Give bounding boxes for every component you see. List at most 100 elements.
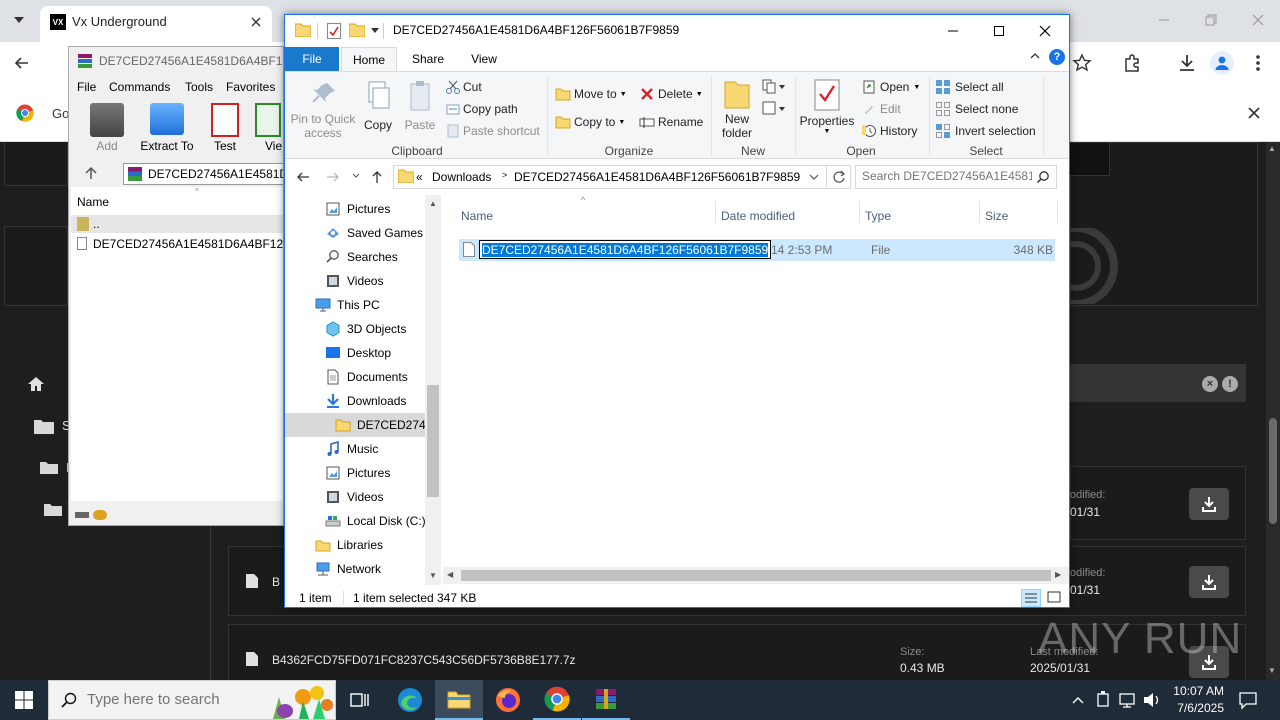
address-bar[interactable]: « Downloads > DE7CED27456A1E4581D6A4BF12… <box>393 165 827 189</box>
folder-icon[interactable] <box>34 418 54 434</box>
h-scroll-thumb[interactable] <box>461 570 1051 581</box>
address-dropdown-button[interactable] <box>808 172 820 182</box>
chrome-menu-button[interactable] <box>1250 53 1266 73</box>
start-button[interactable] <box>0 680 48 720</box>
tab-home[interactable]: Home <box>341 47 397 72</box>
nav-scrollbar[interactable]: ▲ ▼ <box>425 195 441 585</box>
refresh-button[interactable] <box>827 165 851 189</box>
nav-item-3d-objects[interactable]: 3D Objects <box>285 317 425 341</box>
page-scrollbar[interactable] <box>1266 142 1280 680</box>
back-button[interactable] <box>12 54 32 72</box>
scroll-up-icon[interactable]: ▲ <box>1268 144 1276 153</box>
easy-access-button[interactable] <box>761 100 789 118</box>
delete-button[interactable]: Delete ▼ <box>639 84 705 104</box>
scroll-thumb[interactable] <box>1269 418 1277 524</box>
download-button[interactable] <box>1189 488 1229 520</box>
breadcrumb-downloads[interactable]: Downloads <box>432 170 491 184</box>
winrar-test-button[interactable]: Test <box>203 103 247 155</box>
tab-file[interactable]: File <box>285 47 339 71</box>
notifications-button[interactable] <box>1238 690 1258 710</box>
taskbar-search-box[interactable] <box>48 680 336 720</box>
scroll-down-icon[interactable]: ▼ <box>1268 666 1276 675</box>
folder-icon[interactable] <box>44 502 62 516</box>
select-all-button[interactable]: Select all <box>935 78 1045 96</box>
winrar-up-button[interactable] <box>83 165 99 181</box>
column-header-date[interactable]: Date modified <box>721 209 795 223</box>
column-header-size[interactable]: Size <box>985 209 1008 223</box>
nav-item-searches[interactable]: Searches <box>285 245 425 269</box>
properties-button[interactable]: Properties ▼ <box>799 78 855 142</box>
new-folder-qat-icon[interactable] <box>349 23 365 37</box>
nav-item-saved-games[interactable]: Saved Games <box>285 221 425 245</box>
winrar-extract-button[interactable]: Extract To <box>137 103 197 155</box>
nav-item-network[interactable]: Network <box>285 557 425 581</box>
horizontal-scrollbar[interactable]: ◀ ▶ <box>443 567 1069 584</box>
winrar-menu-file[interactable]: File <box>77 80 96 94</box>
copy-to-button[interactable]: Copy to ▼ <box>555 112 635 132</box>
properties-qat-icon[interactable] <box>327 23 341 39</box>
recent-locations-button[interactable] <box>351 171 361 181</box>
nav-item-pictures-2[interactable]: Pictures <box>285 461 425 485</box>
address-prefix[interactable]: « <box>416 170 423 184</box>
explorer-close-button[interactable] <box>1037 23 1053 39</box>
file-explorer-button[interactable] <box>435 680 483 720</box>
nav-scroll-thumb[interactable] <box>427 385 439 497</box>
details-view-button[interactable] <box>1021 589 1041 607</box>
home-icon[interactable] <box>26 374 46 394</box>
chrome-button[interactable] <box>533 680 581 720</box>
winrar-menu-commands[interactable]: Commands <box>109 80 170 94</box>
nav-item-pictures[interactable]: Pictures <box>285 197 425 221</box>
window-restore-button[interactable] <box>1203 12 1219 28</box>
new-item-button[interactable] <box>761 78 789 96</box>
help-icon[interactable]: ? <box>1049 49 1065 65</box>
scroll-right-icon[interactable]: ▶ <box>1055 570 1061 579</box>
taskbar-search-input[interactable] <box>87 691 257 708</box>
tab-close-button[interactable] <box>248 14 264 30</box>
volume-icon[interactable] <box>1142 690 1162 710</box>
download-button[interactable] <box>1189 566 1229 598</box>
move-to-button[interactable]: Move to ▼ <box>555 84 635 104</box>
forward-button[interactable] <box>325 169 341 185</box>
collapse-ribbon-icon[interactable] <box>1029 51 1041 61</box>
nav-item-this-pc[interactable]: This PC <box>285 293 425 317</box>
winrar-name-header[interactable]: Name <box>77 195 109 209</box>
qat-dropdown-icon[interactable] <box>371 28 379 34</box>
explorer-max-button[interactable] <box>991 23 1007 39</box>
search-bar[interactable] <box>1070 364 1246 402</box>
winrar-view-button[interactable]: Vie <box>255 103 283 155</box>
search-box[interactable] <box>855 165 1057 189</box>
list-item[interactable]: .. <box>71 215 283 233</box>
nav-item-downloads[interactable]: Downloads <box>285 389 425 413</box>
column-header-type[interactable]: Type <box>865 209 891 223</box>
clock-time[interactable]: 10:07 AM <box>1170 684 1224 698</box>
paste-shortcut-button[interactable]: Paste shortcut <box>445 122 545 140</box>
tab-share[interactable]: Share <box>403 47 453 71</box>
select-none-button[interactable]: Select none <box>935 100 1045 118</box>
column-header-name[interactable]: Name <box>461 209 493 223</box>
breadcrumb-folder[interactable]: DE7CED27456A1E4581D6A4BF126F56061B7F9859 <box>514 170 800 184</box>
nav-item-videos[interactable]: Videos <box>285 269 425 293</box>
bookmark-star-button[interactable] <box>1072 53 1092 73</box>
firefox-button[interactable] <box>484 680 532 720</box>
downloads-button[interactable] <box>1176 52 1198 74</box>
window-min-button[interactable] <box>1156 12 1172 28</box>
search-icon[interactable] <box>1036 170 1050 184</box>
copy-path-button[interactable]: Copy path <box>445 100 535 118</box>
nav-item-libraries[interactable]: Libraries <box>285 533 425 557</box>
nav-item-videos-2[interactable]: Videos <box>285 485 425 509</box>
back-button[interactable] <box>295 169 311 185</box>
cut-button[interactable]: Cut <box>445 78 525 96</box>
nav-item-current-folder[interactable]: DE7CED27456 <box>285 413 439 437</box>
profile-button[interactable] <box>1210 51 1234 75</box>
up-button[interactable] <box>369 169 385 185</box>
table-row[interactable]: DE7CED27456A1E4581D6A4BF126F56061B7F9859… <box>459 239 1055 261</box>
winrar-path-box[interactable]: DE7CED27456A1E4581D6A4 <box>123 163 283 185</box>
breadcrumb-separator[interactable]: > <box>502 170 507 180</box>
nav-item-music[interactable]: Music <box>285 437 425 461</box>
nav-item-desktop[interactable]: Desktop <box>285 341 425 365</box>
task-view-button[interactable] <box>336 680 384 720</box>
winrar-add-button[interactable]: Add <box>83 103 131 155</box>
winrar-button[interactable] <box>582 680 630 720</box>
paste-button[interactable]: Paste <box>401 80 439 136</box>
tab-list-button[interactable] <box>8 10 30 30</box>
